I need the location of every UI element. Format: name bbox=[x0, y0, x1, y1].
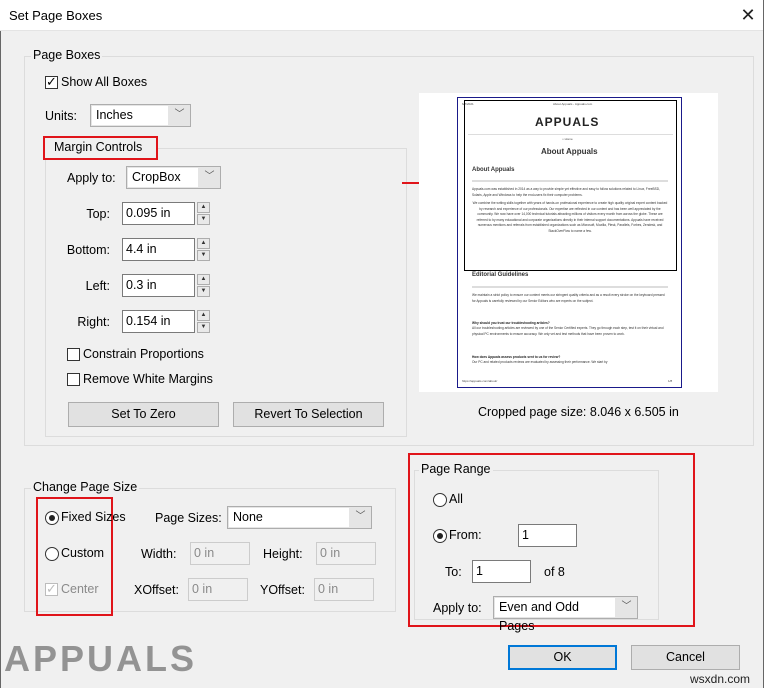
spin-down-icon[interactable]: ▼ bbox=[197, 250, 210, 261]
from-radio-button[interactable] bbox=[433, 529, 447, 543]
preview-para5: Our PC and related products reviews are … bbox=[472, 360, 608, 364]
height-input[interactable]: 0 in bbox=[316, 542, 376, 565]
page-sizes-value: None bbox=[229, 508, 349, 527]
page-sizes-label: Page Sizes: bbox=[155, 511, 222, 525]
page-sizes-select[interactable]: None ﹀ bbox=[227, 506, 372, 529]
all-pages-radio-button[interactable] bbox=[433, 493, 447, 507]
xoffset-label: XOffset: bbox=[134, 583, 179, 597]
preview-footer-page: 1/8 bbox=[668, 379, 673, 383]
from-page-input[interactable]: 1 bbox=[518, 524, 577, 547]
page-range-apply-to-select[interactable]: Even and Odd Pages ﹀ bbox=[493, 596, 638, 633]
all-pages-label: All bbox=[449, 492, 463, 506]
chevron-down-icon: ﹀ bbox=[621, 601, 632, 612]
xoffset-input[interactable]: 0 in bbox=[188, 578, 248, 601]
width-label: Width: bbox=[141, 547, 177, 561]
custom-radio[interactable]: Custom bbox=[45, 546, 110, 562]
cropbox-outline bbox=[464, 100, 677, 271]
units-select[interactable]: Inches ﹀ bbox=[90, 104, 191, 127]
units-label: Units: bbox=[45, 109, 77, 123]
center-label: Center bbox=[61, 582, 99, 596]
top-label: Top: bbox=[86, 207, 110, 221]
bottom-margin-spinner[interactable]: ▲ ▼ bbox=[197, 238, 210, 261]
remove-white-margins-check[interactable] bbox=[67, 373, 80, 386]
yoffset-input[interactable]: 0 in bbox=[314, 578, 374, 601]
top-margin-input[interactable]: 0.095 in bbox=[122, 202, 195, 225]
title-bar: Set Page Boxes ✕ bbox=[0, 0, 764, 31]
page-total: of 8 bbox=[544, 565, 565, 579]
cancel-button[interactable]: Cancel bbox=[631, 645, 740, 670]
remove-white-margins-checkbox[interactable]: Remove White Margins bbox=[67, 372, 217, 388]
ok-button[interactable]: OK bbox=[508, 645, 617, 670]
from-label: From: bbox=[449, 528, 482, 542]
show-all-boxes-check[interactable] bbox=[45, 74, 58, 90]
to-page-input[interactable]: 1 bbox=[472, 560, 531, 583]
spin-down-icon[interactable]: ▼ bbox=[197, 286, 210, 297]
width-input[interactable]: 0 in bbox=[190, 542, 250, 565]
window-title: Set Page Boxes bbox=[9, 8, 103, 23]
units-value: Inches bbox=[92, 106, 168, 125]
left-margin-spinner[interactable]: ▲ ▼ bbox=[197, 274, 210, 297]
spin-up-icon[interactable]: ▲ bbox=[197, 238, 210, 249]
show-all-boxes-label: Show All Boxes bbox=[61, 75, 148, 89]
right-margin-input[interactable]: 0.154 in bbox=[122, 310, 195, 333]
constrain-proportions-check[interactable] bbox=[67, 348, 80, 361]
center-check[interactable] bbox=[45, 581, 58, 597]
custom-label: Custom bbox=[61, 546, 105, 560]
spin-up-icon[interactable]: ▲ bbox=[197, 202, 210, 213]
preview-rule bbox=[472, 286, 668, 288]
site-watermark: wsxdn.com bbox=[690, 672, 751, 686]
fixed-sizes-radio-button[interactable] bbox=[45, 511, 59, 525]
chevron-down-icon: ﹀ bbox=[355, 511, 366, 522]
left-label: Left: bbox=[85, 279, 110, 293]
left-margin-input[interactable]: 0.3 in bbox=[122, 274, 195, 297]
spin-down-icon[interactable]: ▼ bbox=[197, 322, 210, 333]
apply-to-label: Apply to: bbox=[67, 171, 116, 185]
page-range-legend: Page Range bbox=[419, 462, 493, 476]
page-range-apply-to-value: Even and Odd Pages bbox=[495, 598, 615, 633]
remove-white-margins-label: Remove White Margins bbox=[83, 372, 213, 386]
spin-up-icon[interactable]: ▲ bbox=[197, 310, 210, 321]
revert-to-selection-button[interactable]: Revert To Selection bbox=[233, 402, 384, 427]
cropped-page-size: Cropped page size: 8.046 x 6.505 in bbox=[478, 405, 679, 419]
preview-footer-url: https://appuals.com/about/ bbox=[462, 379, 498, 383]
all-pages-radio[interactable]: All bbox=[433, 492, 483, 508]
preview-section2: Editorial Guidelines bbox=[472, 272, 529, 278]
center-checkbox[interactable]: Center bbox=[45, 581, 110, 598]
to-label: To: bbox=[445, 565, 462, 579]
right-margin-spinner[interactable]: ▲ ▼ bbox=[197, 310, 210, 333]
height-label: Height: bbox=[263, 547, 303, 561]
fixed-sizes-label: Fixed Sizes bbox=[61, 510, 126, 524]
chevron-down-icon: ﹀ bbox=[204, 171, 215, 182]
bottom-label: Bottom: bbox=[66, 243, 110, 257]
from-radio[interactable]: From: bbox=[433, 528, 493, 544]
show-all-boxes-checkbox[interactable]: Show All Boxes bbox=[45, 74, 185, 91]
bottom-margin-input[interactable]: 4.4 in bbox=[122, 238, 195, 261]
constrain-proportions-checkbox[interactable]: Constrain Proportions bbox=[67, 347, 217, 363]
preview-para4: All our troubleshooting articles are rev… bbox=[472, 326, 664, 336]
spin-down-icon[interactable]: ▼ bbox=[197, 214, 210, 225]
appuals-watermark-logo: APPUALS bbox=[4, 638, 198, 679]
window-frame-left bbox=[0, 31, 1, 688]
page-range-apply-to-label: Apply to: bbox=[433, 601, 482, 615]
page-boxes-legend: Page Boxes bbox=[31, 48, 103, 62]
set-to-zero-button[interactable]: Set To Zero bbox=[68, 402, 219, 427]
right-label: Right: bbox=[77, 315, 110, 329]
constrain-proportions-label: Constrain Proportions bbox=[83, 347, 204, 361]
margin-controls-legend: Margin Controls bbox=[52, 140, 145, 154]
preview-para3: We maintain a strict policy to ensure ou… bbox=[472, 293, 665, 303]
fixed-sizes-radio[interactable]: Fixed Sizes bbox=[45, 510, 126, 526]
spin-up-icon[interactable]: ▲ bbox=[197, 274, 210, 285]
change-page-size-legend: Change Page Size bbox=[31, 480, 140, 494]
apply-to-value: CropBox bbox=[128, 168, 198, 187]
close-icon[interactable]: ✕ bbox=[736, 4, 760, 28]
custom-radio-button[interactable] bbox=[45, 547, 59, 561]
chevron-down-icon: ﹀ bbox=[174, 109, 185, 120]
top-margin-spinner[interactable]: ▲ ▼ bbox=[197, 202, 210, 225]
apply-to-select[interactable]: CropBox ﹀ bbox=[126, 166, 221, 189]
yoffset-label: YOffset: bbox=[260, 583, 305, 597]
